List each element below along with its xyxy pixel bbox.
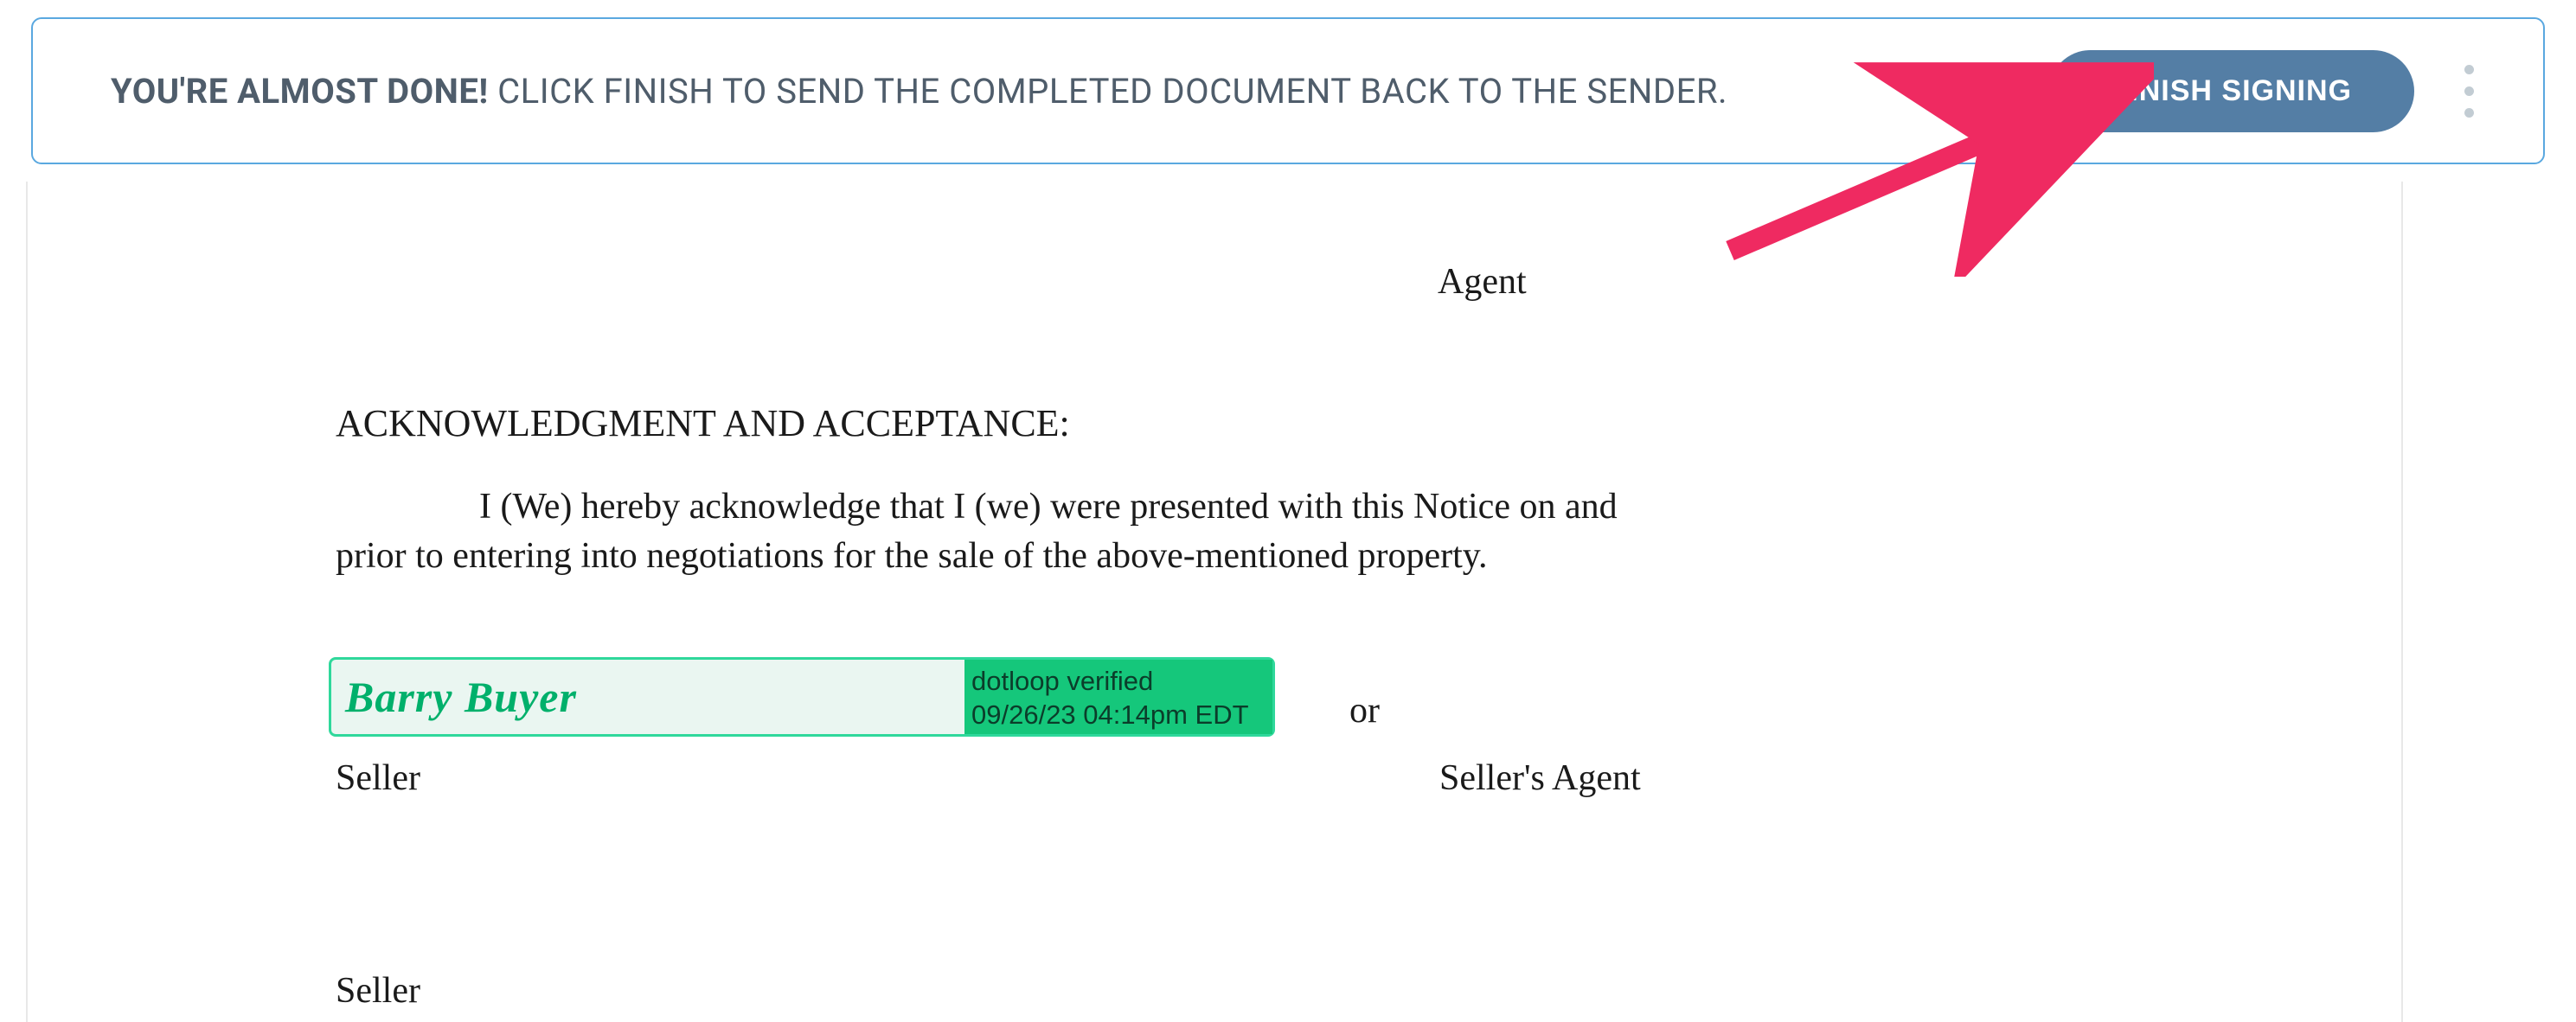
kebab-menu-icon[interactable]	[2456, 56, 2483, 126]
banner-rest-text: CLICK FINISH TO SEND THE COMPLETED DOCUM…	[489, 71, 1727, 112]
signature-field[interactable]: Barry Buyer dotloop verified 09/26/23 04…	[329, 657, 1275, 737]
agent-label: Agent	[1438, 261, 1527, 303]
verified-timestamp: 09/26/23 04:14pm EDT	[971, 699, 1255, 732]
signature-row: Barry Buyer dotloop verified 09/26/23 04…	[329, 657, 1972, 737]
finish-signing-button[interactable]: FINISH SIGNING	[2049, 50, 2414, 132]
banner-actions: FINISH SIGNING	[2049, 50, 2483, 132]
signature-name: Barry Buyer	[331, 660, 964, 734]
signature-verification-badge: dotloop verified 09/26/23 04:14pm EDT	[964, 660, 1272, 734]
action-banner: YOU'RE ALMOST DONE! CLICK FINISH TO SEND…	[31, 17, 2545, 164]
sellers-agent-label: Seller's Agent	[1439, 757, 1641, 799]
acknowledgment-heading: ACKNOWLEDGMENT AND ACCEPTANCE:	[336, 401, 1070, 445]
banner-message: YOU'RE ALMOST DONE! CLICK FINISH TO SEND…	[111, 71, 1727, 112]
banner-bold-text: YOU'RE ALMOST DONE!	[111, 71, 489, 112]
verified-text: dotloop verified	[971, 665, 1255, 699]
seller-label-1: Seller	[336, 757, 420, 799]
seller-label-2: Seller	[336, 970, 420, 1012]
document-preview: Agent ACKNOWLEDGMENT AND ACCEPTANCE: I (…	[26, 182, 2403, 1022]
acknowledgment-body: I (We) hereby acknowledge that I (we) we…	[336, 482, 1633, 580]
or-separator: or	[1349, 690, 1380, 731]
